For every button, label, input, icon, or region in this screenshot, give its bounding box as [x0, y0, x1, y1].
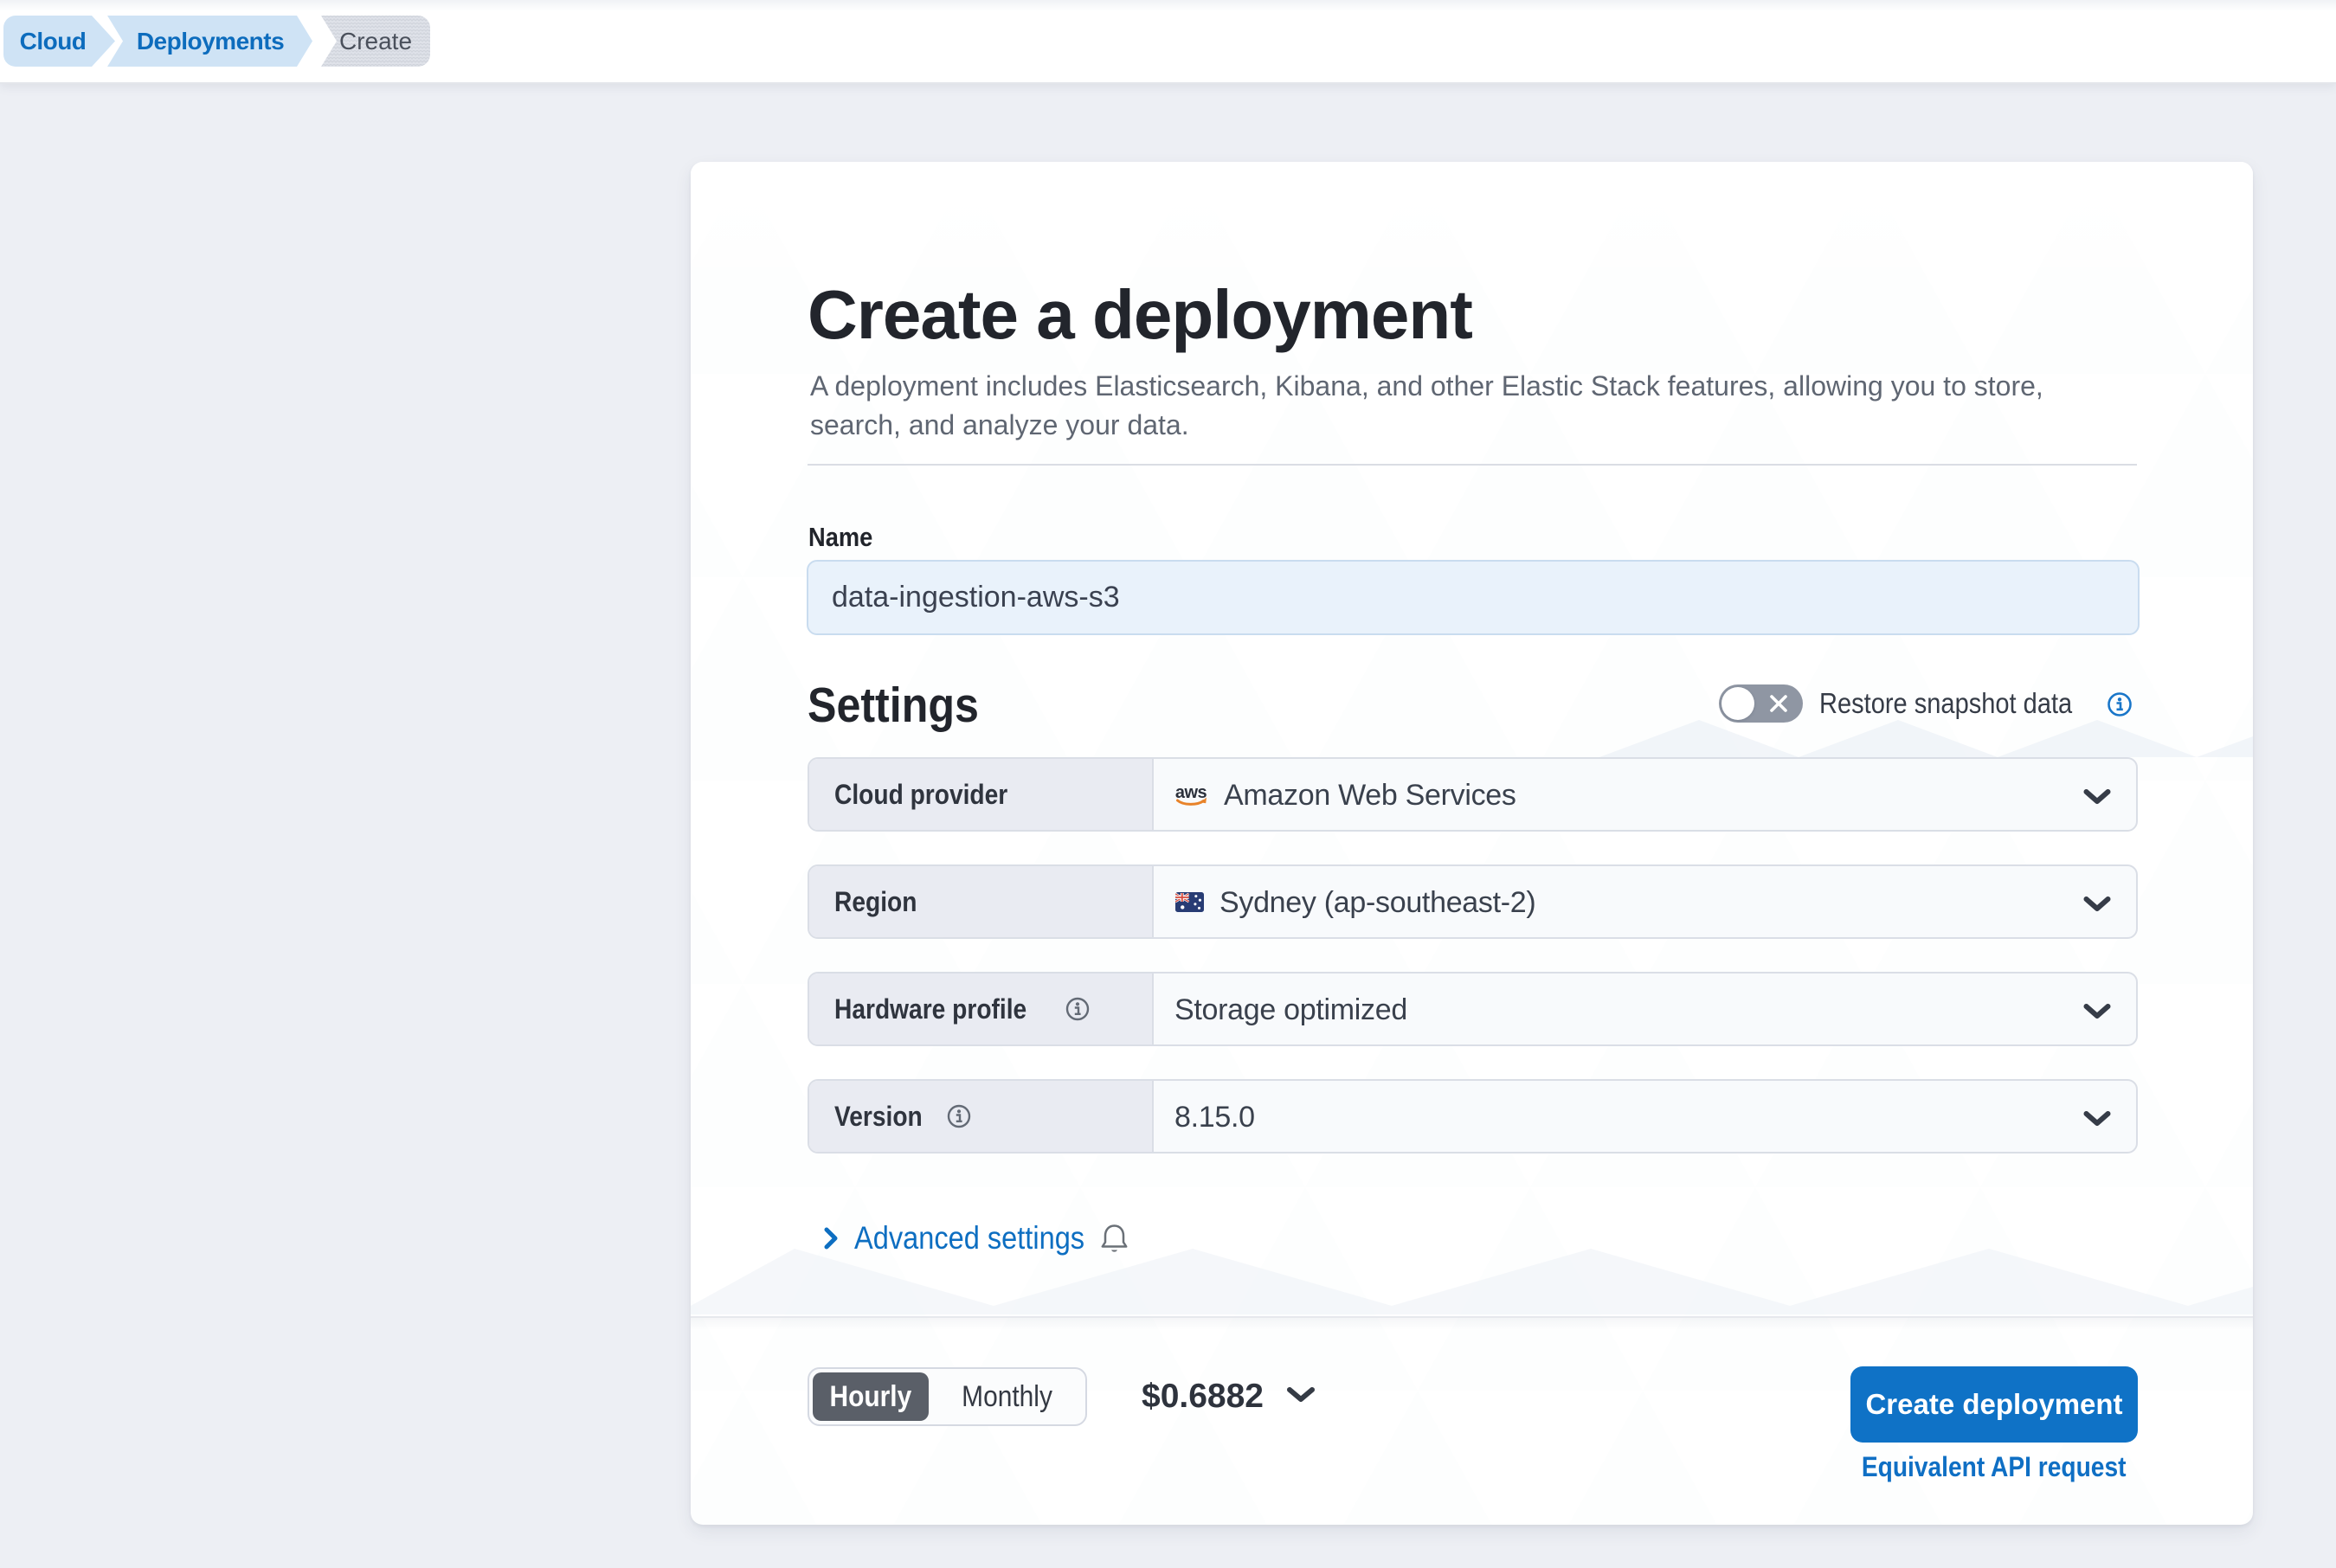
svg-text:Deployments: Deployments	[137, 28, 284, 55]
svg-text:Create: Create	[339, 28, 412, 55]
svg-text:aws: aws	[1175, 783, 1207, 802]
svg-text:Cloud: Cloud	[20, 28, 87, 55]
